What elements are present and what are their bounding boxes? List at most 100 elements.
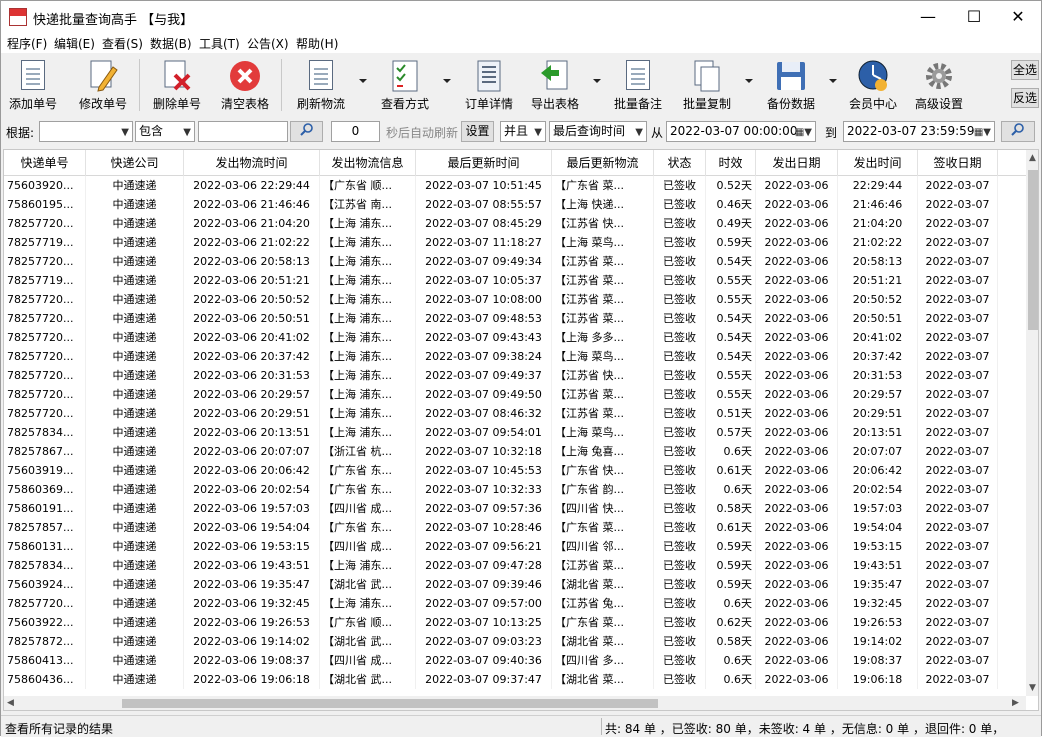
table-row[interactable]: 78257867... 中通速递 2022-03-06 20:07:07 【浙江省 杭…: [4, 442, 1026, 461]
table-row[interactable]: 78257719... 中通速递 2022-03-06 20:51:21 【上海 浦东…: [4, 271, 1026, 290]
keyword-input[interactable]: [198, 121, 288, 142]
table-row[interactable]: 75860191... 中通速递 2022-03-06 19:57:03 【四川省 成…: [4, 499, 1026, 518]
table-row[interactable]: 78257720... 中通速递 2022-03-06 20:41:02 【上海 浦东…: [4, 328, 1026, 347]
from-datetime-picker[interactable]: 2022-03-07 00:00:00 ▦▼: [666, 121, 816, 142]
invert-selection-button[interactable]: 反选: [1011, 88, 1039, 108]
order-detail-button[interactable]: 订单详情: [461, 59, 517, 113]
table-row[interactable]: 78257719... 中通速递 2022-03-06 21:02:22 【上海 浦东…: [4, 233, 1026, 252]
cell-ship-info: 【上海 浦东...: [320, 556, 416, 575]
cell-tracking-number: 78257720...: [4, 594, 86, 613]
table-row[interactable]: 78257834... 中通速递 2022-03-06 19:43:51 【上海 浦东…: [4, 556, 1026, 575]
column-header-last-update-time[interactable]: 最后更新时间: [416, 150, 552, 176]
vertical-scrollbar[interactable]: ▲ ▼: [1026, 150, 1038, 696]
table-row[interactable]: 75603922... 中通速递 2022-03-06 19:26:53 【广东省 顺…: [4, 613, 1026, 632]
horizontal-scrollbar[interactable]: ◀ ▶: [4, 696, 1026, 710]
vertical-scroll-thumb[interactable]: [1028, 170, 1038, 330]
match-mode-select[interactable]: 包含 ▼: [135, 121, 195, 142]
column-header-courier[interactable]: 快递公司: [86, 150, 184, 176]
column-header-sign-date[interactable]: 签收日期: [918, 150, 998, 176]
table-row[interactable]: 78257720... 中通速递 2022-03-06 20:31:53 【上海 浦东…: [4, 366, 1026, 385]
column-header-ship-clock[interactable]: 发出时间: [838, 150, 918, 176]
cell-tracking-number: 78257720...: [4, 366, 86, 385]
table-row[interactable]: 75603919... 中通速递 2022-03-06 20:06:42 【广东省 东…: [4, 461, 1026, 480]
table-row[interactable]: 75860195... 中通速递 2022-03-06 21:46:46 【江苏省 南…: [4, 195, 1026, 214]
add-tracking-button[interactable]: 添加单号: [7, 59, 59, 113]
table-row[interactable]: 78257720... 中通速递 2022-03-06 20:58:13 【上海 浦东…: [4, 252, 1026, 271]
export-table-button[interactable]: 导出表格: [529, 59, 581, 113]
table-row[interactable]: 75860369... 中通速递 2022-03-06 20:02:54 【广东省 东…: [4, 480, 1026, 499]
batch-note-button[interactable]: 批量备注: [613, 59, 663, 113]
refresh-logistics-button[interactable]: 刷新物流: [293, 59, 349, 113]
date-search-button[interactable]: [1001, 121, 1035, 142]
table-row[interactable]: 75860436... 中通速递 2022-03-06 19:06:18 【湖北省 武…: [4, 670, 1026, 689]
table-row[interactable]: 78257720... 中通速递 2022-03-06 19:32:45 【上海 浦东…: [4, 594, 1026, 613]
view-mode-button[interactable]: 查看方式: [377, 59, 433, 113]
cell-last-update-time: 2022-03-07 11:18:27: [416, 233, 552, 252]
delete-tracking-button[interactable]: 删除单号: [151, 59, 203, 113]
scroll-left-icon[interactable]: ◀: [7, 698, 14, 708]
table-row[interactable]: 75860131... 中通速递 2022-03-06 19:53:15 【四川省 成…: [4, 537, 1026, 556]
maximize-button[interactable]: ☐: [951, 1, 997, 33]
table-row[interactable]: 78257720... 中通速递 2022-03-06 20:29:57 【上海 浦东…: [4, 385, 1026, 404]
logic-operator-select[interactable]: 并且 ▼: [500, 121, 546, 142]
column-header-ship-time[interactable]: 发出物流时间: [184, 150, 320, 176]
keyword-search-button[interactable]: [290, 121, 323, 142]
close-button[interactable]: ✕: [995, 1, 1041, 33]
column-header-ship-info[interactable]: 发出物流信息: [320, 150, 416, 176]
copy-dropdown-arrow[interactable]: [745, 79, 753, 83]
cell-sign-date: 2022-03-07: [918, 290, 998, 309]
menu-tools[interactable]: 工具(T): [199, 35, 240, 52]
backup-data-button[interactable]: 备份数据: [765, 59, 817, 113]
table-row[interactable]: 78257720... 中通速递 2022-03-06 20:50:52 【上海 浦东…: [4, 290, 1026, 309]
backup-dropdown-arrow[interactable]: [829, 79, 837, 83]
cell-last-update-info: 【江苏省 菜...: [552, 252, 654, 271]
table-row[interactable]: 78257720... 中通速递 2022-03-06 21:04:20 【上海 浦东…: [4, 214, 1026, 233]
cell-ship-time: 2022-03-06 21:02:22: [184, 233, 320, 252]
menu-view[interactable]: 查看(S): [102, 35, 143, 52]
column-header-status[interactable]: 状态: [654, 150, 706, 176]
column-header-tracking-number[interactable]: 快递单号: [4, 150, 86, 176]
edit-tracking-button[interactable]: 修改单号: [77, 59, 129, 113]
menu-edit[interactable]: 编辑(E): [54, 35, 95, 52]
advanced-settings-button[interactable]: 高级设置: [913, 59, 965, 113]
to-datetime-picker[interactable]: 2022-03-07 23:59:59 ▦▼: [843, 121, 995, 142]
scroll-down-icon[interactable]: ▼: [1029, 683, 1036, 693]
column-header-ship-date[interactable]: 发出日期: [756, 150, 838, 176]
table-row[interactable]: 78257720... 中通速递 2022-03-06 20:37:42 【上海 浦东…: [4, 347, 1026, 366]
batch-copy-button[interactable]: 批量复制: [681, 59, 733, 113]
column-header-last-update-info[interactable]: 最后更新物流: [552, 150, 654, 176]
menu-program[interactable]: 程序(F): [7, 35, 47, 52]
member-center-button[interactable]: 会员中心: [847, 59, 899, 113]
table-row[interactable]: 75603924... 中通速递 2022-03-06 19:35:47 【湖北省 武…: [4, 575, 1026, 594]
status-divider: [601, 718, 602, 735]
menu-data[interactable]: 数据(B): [150, 35, 192, 52]
table-row[interactable]: 78257720... 中通速递 2022-03-06 20:29:51 【上海 浦东…: [4, 404, 1026, 423]
menu-help[interactable]: 帮助(H): [296, 35, 338, 52]
horizontal-scroll-thumb[interactable]: [122, 699, 658, 708]
minimize-button[interactable]: —: [905, 1, 951, 33]
scroll-up-icon[interactable]: ▲: [1029, 153, 1036, 163]
table-row[interactable]: 78257872... 中通速递 2022-03-06 19:14:02 【湖北省 武…: [4, 632, 1026, 651]
cell-ship-time: 2022-03-06 20:07:07: [184, 442, 320, 461]
table-row[interactable]: 78257834... 中通速递 2022-03-06 20:13:51 【上海 浦东…: [4, 423, 1026, 442]
refresh-dropdown-arrow[interactable]: [359, 79, 367, 83]
view-mode-dropdown-arrow[interactable]: [443, 79, 451, 83]
scroll-right-icon[interactable]: ▶: [1012, 698, 1019, 708]
status-summary: 共: 84 单 ，已签收: 80 单，未签收: 4 单 ，无信息: 0 单 ，退…: [605, 722, 1005, 736]
select-all-button[interactable]: 全选: [1011, 60, 1039, 80]
filter-field-select[interactable]: ▼: [39, 121, 133, 142]
table-row[interactable]: 75860413... 中通速递 2022-03-06 19:08:37 【四川省 成…: [4, 651, 1026, 670]
cell-last-update-time: 2022-03-07 10:28:46: [416, 518, 552, 537]
refresh-seconds-input[interactable]: 0: [331, 121, 380, 142]
cell-status: 已签收: [654, 328, 706, 347]
menu-notice[interactable]: 公告(X): [247, 35, 289, 52]
export-dropdown-arrow[interactable]: [593, 79, 601, 83]
chevron-down-icon: ▼: [183, 127, 191, 138]
table-row[interactable]: 75603920... 中通速递 2022-03-06 22:29:44 【广东省 顺…: [4, 176, 1026, 195]
auto-refresh-set-button[interactable]: 设置: [461, 121, 494, 142]
table-row[interactable]: 78257857... 中通速递 2022-03-06 19:54:04 【广东省 东…: [4, 518, 1026, 537]
table-row[interactable]: 78257720... 中通速递 2022-03-06 20:50:51 【上海 浦东…: [4, 309, 1026, 328]
column-header-duration[interactable]: 时效: [706, 150, 756, 176]
clear-table-button[interactable]: 清空表格: [219, 59, 271, 113]
time-field-select[interactable]: 最后查询时间 ▼: [549, 121, 647, 142]
